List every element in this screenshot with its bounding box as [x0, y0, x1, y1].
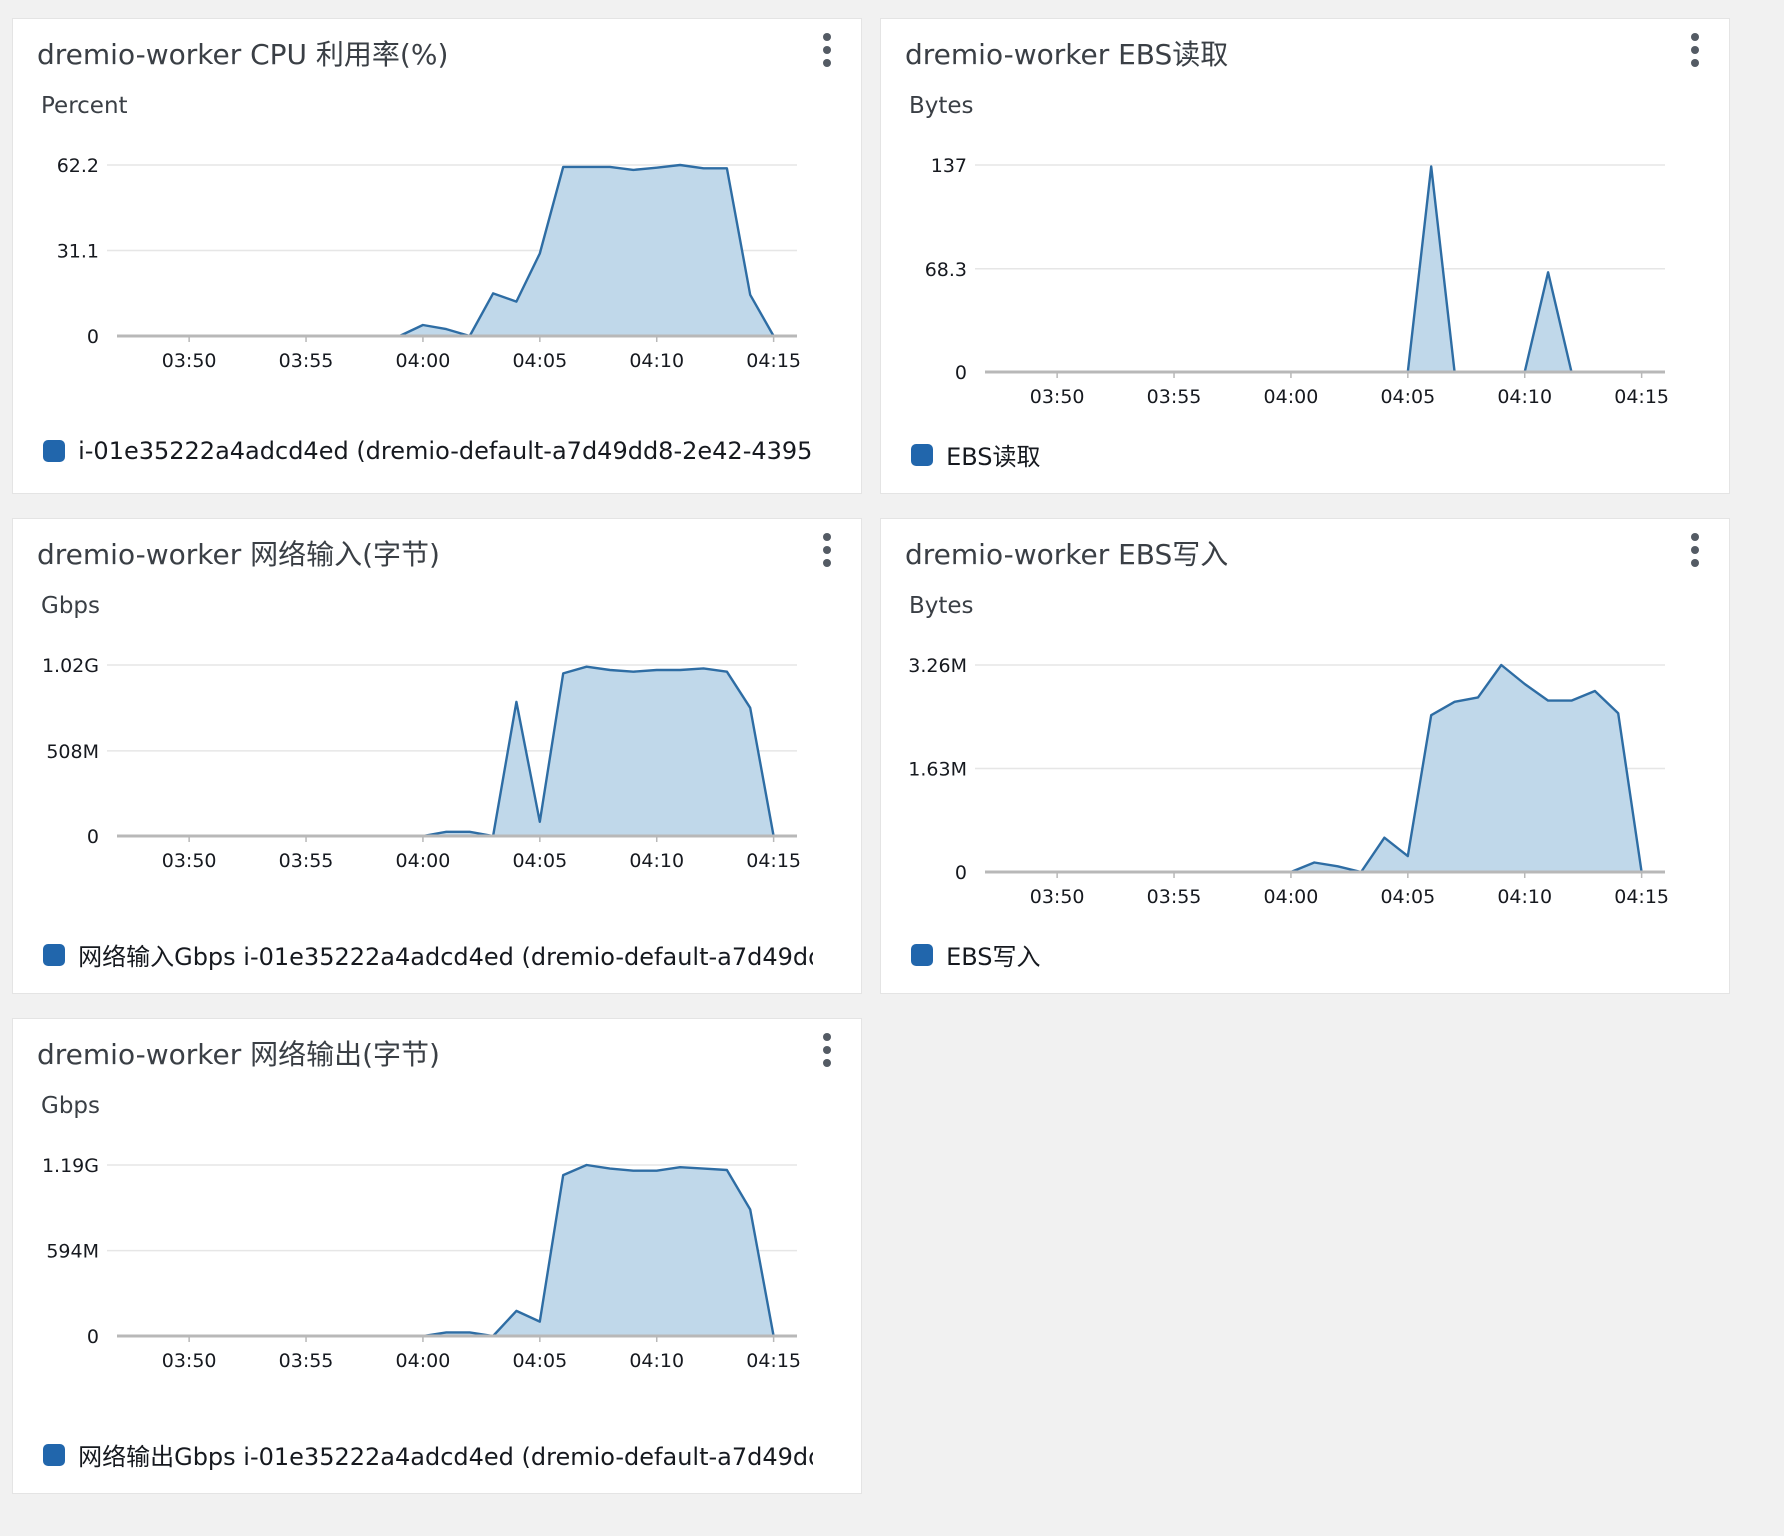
legend-label: i-01e35222a4adcd4ed (dremio-default-a7d4…: [78, 437, 813, 465]
chart-canvas: Gbps 0 594M 1.19G 03:50 03:55 04:00 04:05 04:10 0…: [41, 1093, 801, 1372]
legend-item[interactable]: EBS读取: [911, 437, 1681, 471]
y-axis-label: Percent: [41, 93, 128, 119]
x-tick-label: 04:00: [396, 350, 451, 372]
y-tick-label: 0: [87, 1326, 99, 1348]
x-tick-label: 04:15: [746, 1350, 801, 1372]
x-tick-label: 03:55: [1147, 386, 1202, 408]
x-tick-label: 03:50: [162, 850, 217, 872]
x-tick-label: 04:05: [512, 350, 567, 372]
y-tick-label: 0: [955, 862, 967, 884]
x-tick-label: 04:10: [629, 350, 684, 372]
legend-swatch: [911, 443, 933, 466]
widget-ebs-read: dremio-worker EBS读取 Bytes 0 68.3 137 03:50 03…: [880, 18, 1730, 494]
x-tick-label: 04:10: [1497, 886, 1552, 908]
x-tick-label: 04:10: [629, 850, 684, 872]
x-tick-label: 03:55: [279, 1350, 334, 1372]
y-tick-label: 3.26M: [908, 655, 967, 677]
y-tick-label: 137: [931, 155, 967, 177]
x-tick-label: 04:05: [512, 1350, 567, 1372]
chart-canvas: Bytes 0 1.63M 3.26M 03:50 03:55 04:00 04:05 04:1…: [908, 593, 1669, 908]
widget-network-out: dremio-worker 网络输出(字节) Gbps 0 594M 1.19G 03:…: [12, 1018, 862, 1494]
legend-label: 网络输出Gbps i-01e35222a4adcd4ed (dremio-def…: [78, 1443, 813, 1471]
x-tick-label: 04:00: [396, 1350, 451, 1372]
x-tick-label: 04:05: [1380, 886, 1435, 908]
legend-swatch: [43, 440, 65, 462]
x-tick-label: 03:50: [162, 1350, 217, 1372]
x-tick-label: 04:00: [1264, 886, 1319, 908]
x-tick-label: 04:15: [1614, 386, 1669, 408]
y-tick-label: 31.1: [57, 241, 99, 263]
y-tick-label: 0: [87, 826, 99, 848]
x-tick-label: 03:50: [1030, 886, 1085, 908]
y-tick-label: 62.2: [57, 155, 99, 177]
chart-canvas: Gbps 0 508M 1.02G 03:50 03:55 04:00 04:05 04:10 0…: [41, 593, 801, 872]
x-tick-label: 04:05: [1380, 386, 1435, 408]
x-tick-label: 04:15: [746, 350, 801, 372]
legend-label: EBS写入: [946, 943, 1041, 971]
x-tick-label: 03:50: [1030, 386, 1085, 408]
legend-swatch: [43, 1443, 65, 1466]
legend-label: 网络输入Gbps i-01e35222a4adcd4ed (dremio-def…: [78, 943, 813, 971]
y-tick-label: 1.63M: [908, 759, 967, 781]
y-tick-label: 68.3: [925, 259, 967, 281]
legend-item[interactable]: i-01e35222a4adcd4ed (dremio-default-a7d4…: [43, 437, 813, 471]
x-tick-label: 04:10: [629, 1350, 684, 1372]
y-tick-label: 1.19G: [42, 1155, 99, 1177]
y-axis-label: Gbps: [41, 1093, 100, 1119]
y-tick-label: 0: [955, 362, 967, 384]
y-axis-label: Gbps: [41, 593, 100, 619]
y-tick-label: 594M: [46, 1241, 99, 1263]
x-tick-label: 04:15: [746, 850, 801, 872]
legend-item[interactable]: 网络输出Gbps i-01e35222a4adcd4ed (dremio-def…: [43, 1437, 813, 1471]
y-tick-label: 1.02G: [42, 655, 99, 677]
legend-swatch: [43, 943, 65, 966]
y-axis-label: Bytes: [909, 93, 974, 119]
x-tick-label: 04:05: [512, 850, 567, 872]
y-tick-label: 508M: [46, 741, 99, 763]
legend-item[interactable]: 网络输入Gbps i-01e35222a4adcd4ed (dremio-def…: [43, 937, 813, 971]
x-tick-label: 03:55: [1147, 886, 1202, 908]
x-tick-label: 04:00: [396, 850, 451, 872]
x-tick-label: 03:55: [279, 350, 334, 372]
x-tick-label: 03:55: [279, 850, 334, 872]
chart-canvas: Percent 0 31.1 62.2 03:50 03:55 04:00 04:05 04:1…: [41, 93, 801, 372]
x-tick-label: 03:50: [162, 350, 217, 372]
legend-swatch: [911, 943, 933, 966]
x-tick-label: 04:00: [1264, 386, 1319, 408]
widget-ebs-write: dremio-worker EBS写入 Bytes 0 1.63M 3.26M 03:5…: [880, 518, 1730, 994]
legend-label: EBS读取: [946, 443, 1041, 471]
widget-cpu-utilization: dremio-worker CPU 利用率(%) Percent 0 31.1 62.…: [12, 18, 862, 494]
legend-item[interactable]: EBS写入: [911, 937, 1681, 971]
x-tick-label: 04:15: [1614, 886, 1669, 908]
y-axis-label: Bytes: [909, 593, 974, 619]
widget-network-in: dremio-worker 网络输入(字节) Gbps 0 508M 1.02G 03:…: [12, 518, 862, 994]
chart-canvas: Bytes 0 68.3 137 03:50 03:55 04:00 04:05 04:10 04…: [909, 93, 1669, 408]
y-tick-label: 0: [87, 326, 99, 348]
x-tick-label: 04:10: [1497, 386, 1552, 408]
